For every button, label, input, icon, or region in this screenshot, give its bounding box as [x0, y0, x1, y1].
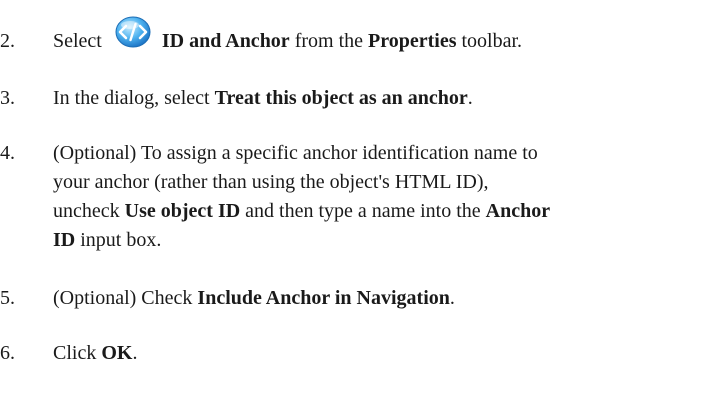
step-text-bold: Anchor [485, 200, 551, 222]
step-text-pre: Select [53, 30, 102, 52]
step-text-bold: ID [53, 229, 76, 251]
step-text-mid: and then type a name into the [245, 200, 481, 222]
step-text: (Optional) Check Include Anchor in Navig… [53, 284, 722, 313]
step-text-bold: Treat this object as an anchor [214, 87, 468, 109]
step-text-post: . [132, 342, 138, 364]
step-text: Select ID and Anchor from the Properties… [53, 16, 722, 56]
step-text: (Optional) To assign a specific anchor i… [53, 139, 722, 255]
step-line-1: (Optional) To assign a specific anchor i… [53, 142, 538, 164]
step-line-2: your anchor (rather than using the objec… [53, 171, 489, 193]
id-anchor-icon [111, 14, 155, 50]
step-text: Click OK. [53, 339, 722, 368]
step-text-bold: Properties [368, 30, 457, 52]
step-number: 2. [0, 30, 15, 52]
step-text-bold: ID and Anchor [161, 30, 290, 52]
instruction-steps: 2. Select ID and Anchor from the Propert… [0, 0, 722, 393]
step-number: 4. [0, 142, 15, 164]
step-text-post: input box. [80, 229, 162, 251]
step-text-bold: Include Anchor in Navigation [197, 287, 450, 309]
step-number: 3. [0, 87, 15, 109]
step-text: In the dialog, select Treat this object … [53, 84, 722, 113]
step-text-pre: In the dialog, select [53, 87, 210, 109]
step-text-pre: (Optional) Check [53, 287, 193, 309]
step-text-bold: OK [101, 342, 133, 364]
step-text-pre: Click [53, 342, 97, 364]
step-text-mid: from the [294, 30, 363, 52]
step-text-post: . [449, 287, 455, 309]
step-text-pre: uncheck [53, 200, 120, 222]
step-number: 5. [0, 287, 15, 309]
step-number: 6. [0, 342, 15, 364]
step-text-bold: Use object ID [124, 200, 241, 222]
step-text-post: toolbar. [461, 30, 523, 52]
step-text-post: . [467, 87, 473, 109]
